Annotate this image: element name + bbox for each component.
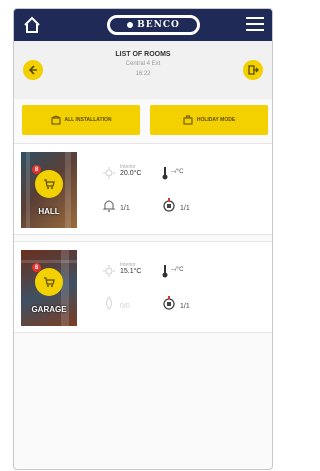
menu-button[interactable]	[246, 17, 264, 31]
brand-name: BENCO	[137, 20, 180, 30]
room-control-button[interactable]	[35, 170, 63, 198]
alert-badge: 8	[32, 263, 41, 272]
building-icon	[51, 115, 61, 125]
alarm-count: 0/0	[120, 303, 130, 310]
logout-icon	[248, 65, 259, 75]
temperature-readout: Interior 15.1°C	[120, 262, 141, 275]
all-installation-button[interactable]: ALL INSTALLATION	[22, 105, 140, 135]
suitcase-icon	[183, 115, 193, 125]
drop-icon	[102, 295, 116, 316]
room-name: HALL	[38, 207, 60, 216]
hamburger-icon	[246, 17, 264, 19]
home-icon	[24, 16, 40, 33]
holiday-mode-button[interactable]: HOLIDAY MODE	[150, 105, 268, 135]
setpoint-value: --/°C	[171, 169, 184, 175]
room-name: GARAGE	[31, 305, 67, 314]
room-control-button[interactable]	[35, 268, 63, 296]
temperature-readout: Interior 20.0°C	[120, 164, 141, 177]
brand-logo: BENCO	[107, 15, 200, 35]
radiator-icon	[161, 295, 177, 316]
phone-frame: BENCO LIST OF ROOMS Central 4 Ext 16:22	[13, 8, 273, 470]
top-bar: BENCO	[14, 9, 272, 41]
alert-badge: 8	[32, 165, 41, 174]
sun-icon	[102, 264, 116, 283]
room-card-garage[interactable]: 8 GARAGE Interior 15.1°C --/°C 0/0 1/1	[14, 241, 272, 333]
home-button[interactable]	[22, 15, 42, 35]
thermometer-icon	[161, 264, 169, 283]
sun-icon	[102, 166, 116, 185]
room-photo[interactable]: 8 GARAGE	[21, 250, 77, 326]
room-card-hall[interactable]: 8 HALL Interior 20.0°C --/°C 1/1 1/1	[14, 143, 272, 235]
device-count: 1/1	[180, 205, 190, 212]
installation-name: Central 4 Ext	[125, 61, 161, 67]
bell-icon	[102, 197, 116, 218]
temperature-value: 15.1°C	[120, 268, 142, 275]
radiator-icon	[161, 197, 177, 218]
alarm-count: 1/1	[120, 205, 130, 212]
room-photo[interactable]: 8 HALL	[21, 152, 77, 228]
cart-icon	[44, 277, 55, 287]
setpoint-value: --/°C	[171, 267, 184, 273]
temperature-value: 20.0°C	[120, 170, 142, 177]
thermometer-icon	[161, 166, 169, 185]
current-time: 16:22	[135, 71, 151, 77]
page-header: LIST OF ROOMS Central 4 Ext 16:22	[14, 41, 272, 99]
all-installation-label: ALL INSTALLATION	[64, 117, 112, 123]
holiday-mode-label: HOLIDAY MODE	[196, 117, 236, 123]
device-count: 1/1	[180, 303, 190, 310]
logout-button[interactable]	[243, 60, 263, 80]
cart-icon	[44, 179, 55, 189]
page-title: LIST OF ROOMS	[115, 51, 171, 58]
